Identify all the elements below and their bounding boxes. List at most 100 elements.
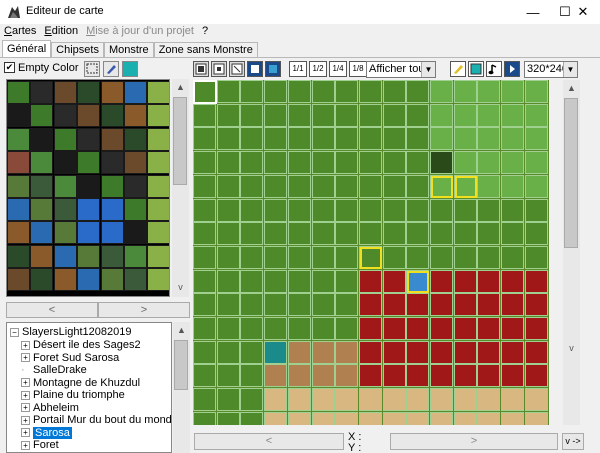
map-tile[interactable] bbox=[501, 269, 525, 293]
map-tile[interactable] bbox=[501, 127, 525, 151]
map-tile[interactable] bbox=[430, 127, 453, 151]
map-tile[interactable] bbox=[240, 269, 264, 293]
map-tile[interactable] bbox=[453, 411, 477, 425]
map-tile[interactable] bbox=[430, 151, 453, 175]
map-tile[interactable] bbox=[240, 198, 264, 222]
map-tile[interactable] bbox=[287, 293, 311, 317]
map-tile[interactable] bbox=[264, 103, 288, 127]
chipset-tile[interactable] bbox=[100, 104, 124, 128]
layer-upper-button[interactable] bbox=[211, 61, 227, 77]
chipset-tile[interactable] bbox=[100, 221, 124, 245]
chipset-tile[interactable] bbox=[147, 221, 169, 245]
map-tile[interactable] bbox=[358, 293, 382, 317]
map-tile[interactable] bbox=[193, 293, 216, 317]
map-tile[interactable] bbox=[406, 127, 430, 151]
map-tile[interactable] bbox=[311, 388, 335, 412]
map-tile[interactable] bbox=[358, 411, 382, 425]
chipset-tile[interactable] bbox=[100, 151, 124, 175]
chipset-tile[interactable] bbox=[77, 198, 101, 221]
map-tile[interactable] bbox=[382, 411, 406, 425]
map-tree[interactable]: − SlayersLight12082019 + Désert ile des Sa… bbox=[6, 322, 172, 453]
map-tile[interactable] bbox=[216, 388, 240, 412]
map-tile[interactable] bbox=[216, 174, 240, 198]
map-tile[interactable] bbox=[287, 151, 311, 175]
tree-item[interactable]: + Foret bbox=[21, 439, 59, 451]
map-scroll-down[interactable]: v bbox=[563, 340, 580, 356]
scale-1-8-button[interactable]: 1/8 bbox=[349, 61, 367, 77]
map-tile[interactable] bbox=[216, 222, 240, 246]
expand-icon[interactable]: + bbox=[21, 415, 30, 425]
map-scroll-end[interactable]: v -> bbox=[562, 433, 584, 450]
map-tile[interactable] bbox=[240, 127, 264, 151]
map-tile[interactable] bbox=[477, 317, 501, 340]
map-tile[interactable] bbox=[453, 127, 477, 151]
chipset-tile[interactable] bbox=[124, 151, 147, 175]
map-scroll-right[interactable]: > bbox=[390, 433, 558, 450]
tab-general[interactable]: Général bbox=[2, 40, 52, 57]
chipset-tile[interactable] bbox=[30, 221, 54, 245]
menu-mise-a-jour[interactable]: Mise à jour d'un projet bbox=[82, 24, 198, 40]
chipset-tile[interactable] bbox=[77, 81, 101, 104]
map-tile[interactable] bbox=[216, 317, 240, 340]
chipset-tile[interactable] bbox=[124, 174, 147, 198]
map-tile[interactable] bbox=[453, 317, 477, 340]
map-tile[interactable] bbox=[335, 198, 359, 222]
map-tile[interactable] bbox=[382, 222, 406, 246]
map-tile[interactable] bbox=[311, 269, 335, 293]
map-tile[interactable] bbox=[311, 127, 335, 151]
map-tile[interactable] bbox=[335, 293, 359, 317]
expand-icon[interactable]: + bbox=[21, 353, 30, 363]
map-tile[interactable] bbox=[287, 317, 311, 340]
map-tile[interactable] bbox=[216, 340, 240, 364]
map-tile[interactable] bbox=[524, 388, 548, 412]
map-tile[interactable] bbox=[501, 198, 525, 222]
map-tile[interactable] bbox=[287, 127, 311, 151]
map-tile[interactable] bbox=[406, 198, 430, 222]
chipset-tile[interactable] bbox=[77, 151, 101, 175]
chipset-tile[interactable] bbox=[77, 174, 101, 198]
map-tile[interactable] bbox=[264, 127, 288, 151]
chipset-tile[interactable] bbox=[147, 151, 169, 175]
map-tile[interactable] bbox=[287, 222, 311, 246]
map-tile[interactable] bbox=[406, 174, 430, 198]
chipset-tile[interactable] bbox=[30, 127, 54, 151]
tree-item[interactable]: + Désert ile des Sages2 bbox=[21, 339, 141, 351]
map-tile[interactable] bbox=[524, 174, 548, 198]
map-tile[interactable] bbox=[524, 364, 548, 388]
map-tile[interactable] bbox=[335, 364, 359, 388]
map-vscroll[interactable]: ▲ v bbox=[563, 80, 580, 425]
map-tile[interactable] bbox=[311, 222, 335, 246]
chipset-tile[interactable] bbox=[147, 81, 169, 104]
frame-tool-button[interactable] bbox=[468, 61, 484, 77]
chipset-tile[interactable] bbox=[124, 244, 147, 268]
map-tile[interactable] bbox=[311, 80, 335, 103]
expand-icon[interactable]: + bbox=[21, 428, 30, 438]
map-tile[interactable] bbox=[430, 198, 453, 222]
map-tile[interactable] bbox=[193, 388, 216, 412]
chipset-tile[interactable] bbox=[7, 221, 30, 245]
map-tile[interactable] bbox=[501, 340, 525, 364]
map-tile[interactable] bbox=[311, 340, 335, 364]
map-tile[interactable] bbox=[335, 269, 359, 293]
map-tile[interactable] bbox=[524, 198, 548, 222]
map-tile[interactable] bbox=[264, 411, 288, 425]
map-tile[interactable] bbox=[477, 245, 501, 269]
map-tile[interactable] bbox=[240, 222, 264, 246]
map-tile[interactable] bbox=[453, 222, 477, 246]
music-button[interactable] bbox=[486, 61, 502, 77]
map-tile[interactable] bbox=[216, 151, 240, 175]
map-tile[interactable] bbox=[524, 80, 548, 103]
map-tile[interactable] bbox=[264, 151, 288, 175]
chipset-tile[interactable] bbox=[100, 198, 124, 221]
map-tile[interactable] bbox=[524, 317, 548, 340]
map-tile[interactable] bbox=[382, 340, 406, 364]
map-tile[interactable] bbox=[406, 317, 430, 340]
chipset-scroll-down[interactable]: v bbox=[172, 279, 189, 295]
map-tile[interactable] bbox=[287, 364, 311, 388]
map-tile[interactable] bbox=[335, 127, 359, 151]
chipset-tile[interactable] bbox=[124, 221, 147, 245]
map-tile[interactable] bbox=[287, 340, 311, 364]
map-tile[interactable] bbox=[430, 269, 453, 293]
map-tile[interactable] bbox=[335, 80, 359, 103]
map-tile[interactable] bbox=[216, 411, 240, 425]
